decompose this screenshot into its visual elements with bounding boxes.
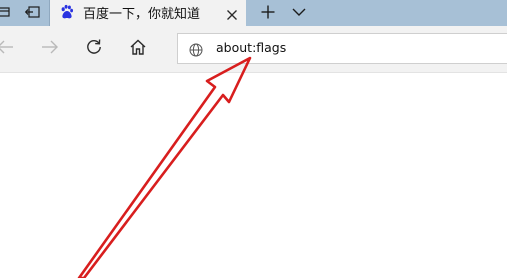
back-button[interactable] xyxy=(0,38,16,60)
set-aside-tabs-button[interactable] xyxy=(22,0,44,24)
plus-icon xyxy=(261,5,275,19)
refresh-icon xyxy=(85,38,103,60)
new-tab-button[interactable] xyxy=(254,0,282,24)
forward-arrow-icon xyxy=(41,39,59,59)
page-content-area xyxy=(0,73,507,278)
home-icon xyxy=(129,38,147,60)
tab-list-button[interactable] xyxy=(286,0,312,24)
tab-preview-icon xyxy=(0,5,12,19)
close-icon[interactable] xyxy=(226,6,238,20)
chevron-down-icon xyxy=(292,7,306,17)
tab-title: 百度一下，你就知道 xyxy=(83,7,201,22)
back-arrow-icon xyxy=(0,39,14,59)
tab-baidu[interactable]: 百度一下，你就知道 xyxy=(49,0,246,26)
tab-strip: 百度一下，你就知道 xyxy=(0,0,507,26)
forward-button[interactable] xyxy=(39,38,61,60)
home-button[interactable] xyxy=(127,38,149,60)
tab-preview-button[interactable] xyxy=(0,0,14,24)
baidu-paw-icon xyxy=(59,4,75,20)
set-aside-tabs-icon xyxy=(25,5,41,19)
address-bar[interactable]: about:flags xyxy=(177,33,507,64)
browser-window: 百度一下，你就知道 about:flags xyxy=(0,0,507,278)
address-input[interactable]: about:flags xyxy=(216,40,286,55)
globe-icon xyxy=(189,42,203,57)
navigation-toolbar: about:flags xyxy=(0,26,507,73)
refresh-button[interactable] xyxy=(83,38,105,60)
